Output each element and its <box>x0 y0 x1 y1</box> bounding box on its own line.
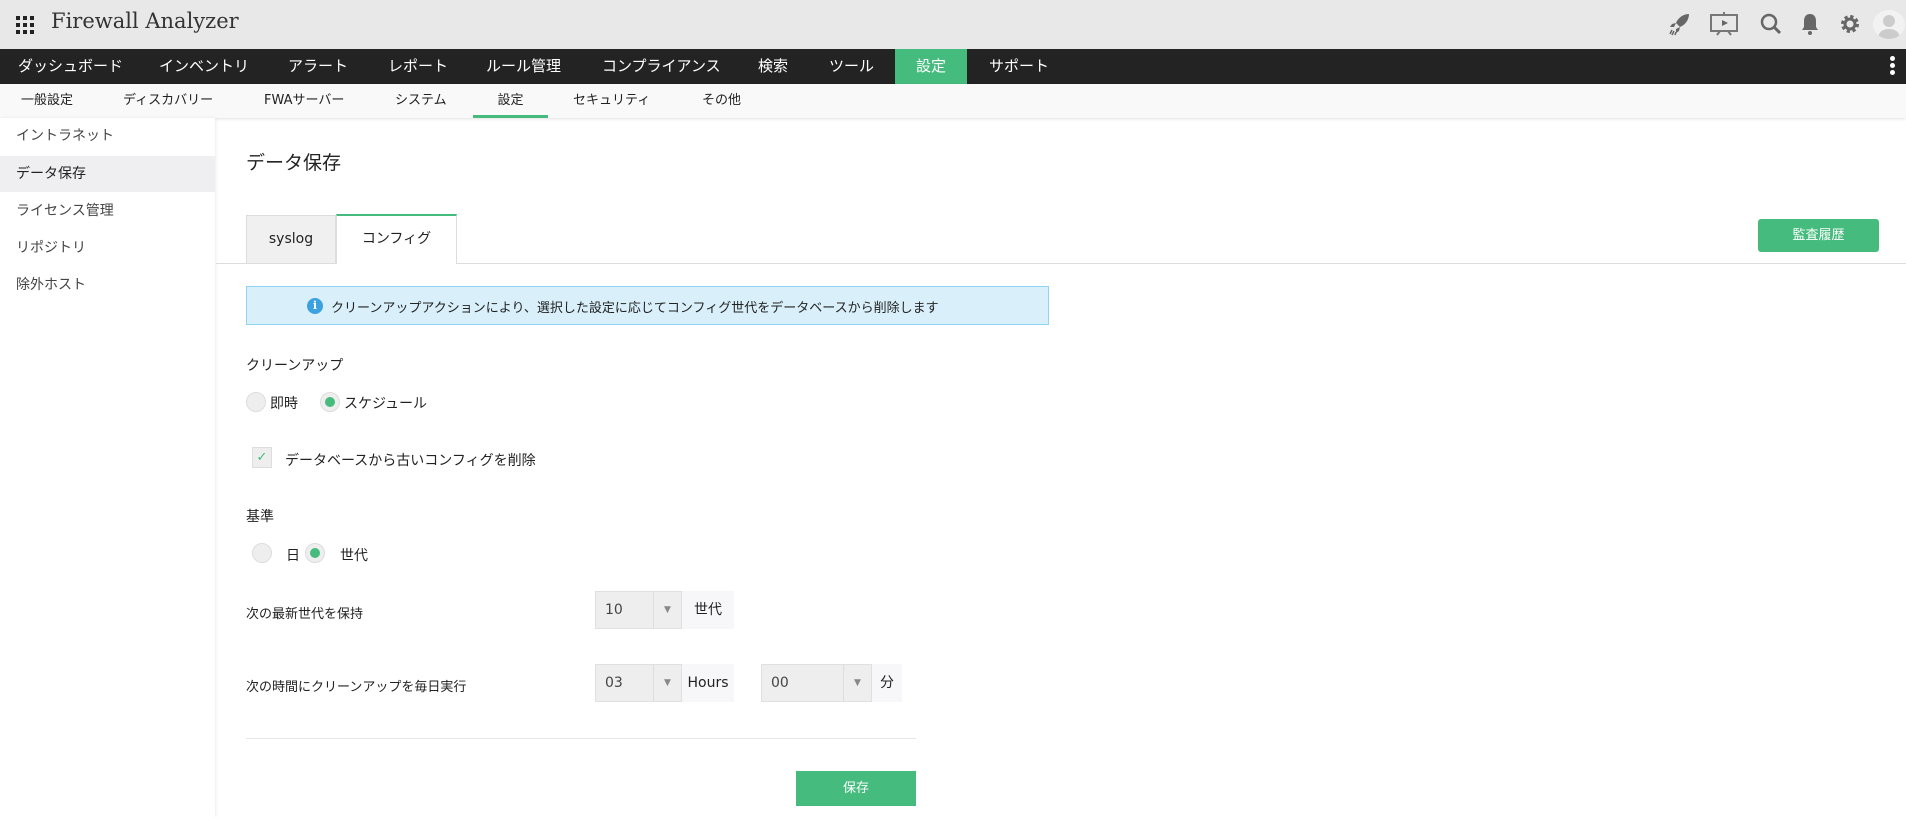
sidebar-item-excluded-hosts[interactable]: 除外ホスト <box>0 267 215 303</box>
presentation-icon[interactable] <box>1709 11 1739 37</box>
radio-immediate[interactable] <box>246 392 266 412</box>
chevron-down-icon: ▼ <box>653 592 681 628</box>
subnav-system[interactable]: システム <box>395 84 447 118</box>
info-banner: i クリーンアップアクションにより、選択した設定に応じてコンフィグ世代をデータベ… <box>246 286 1049 325</box>
nav-rule-management[interactable]: ルール管理 <box>486 49 561 84</box>
chevron-down-icon: ▼ <box>653 665 681 701</box>
radio-days[interactable] <box>252 543 272 563</box>
minutes-unit: 分 <box>872 664 902 702</box>
nav-settings[interactable]: 設定 <box>895 49 967 84</box>
sub-nav: 一般設定 ディスカバリー FWAサーバー システム 設定 セキュリティ その他 <box>0 84 1906 118</box>
keep-value: 10 <box>605 602 623 618</box>
nav-support[interactable]: サポート <box>989 49 1049 84</box>
nav-search[interactable]: 検索 <box>758 49 788 84</box>
criteria-label: 基準 <box>246 509 274 525</box>
subnav-general[interactable]: 一般設定 <box>21 84 73 118</box>
info-icon: i <box>307 298 323 314</box>
sidebar: イントラネット データ保存 ライセンス管理 リポジトリ 除外ホスト <box>0 118 215 817</box>
nav-dashboard[interactable]: ダッシュボード <box>18 49 123 84</box>
radio-schedule-label: スケジュール <box>344 396 428 412</box>
hours-select[interactable]: 03 ▼ <box>595 664 682 702</box>
gear-icon[interactable] <box>1837 11 1863 37</box>
radio-generations-label: 世代 <box>340 548 368 564</box>
radio-days-label: 日 <box>286 548 300 564</box>
search-icon[interactable] <box>1758 11 1784 37</box>
subnav-security[interactable]: セキュリティ <box>573 84 650 118</box>
subnav-other[interactable]: その他 <box>702 84 741 118</box>
nav-alerts[interactable]: アラート <box>288 49 348 84</box>
tab-syslog[interactable]: syslog <box>246 215 336 264</box>
more-menu-icon[interactable] <box>1890 56 1896 75</box>
main-nav: ダッシュボード インベントリ アラート レポート ルール管理 コンプライアンス … <box>0 49 1906 84</box>
save-button[interactable]: 保存 <box>796 771 916 806</box>
minutes-value: 00 <box>771 675 789 691</box>
user-avatar-icon[interactable] <box>1873 10 1905 39</box>
radio-immediate-label: 即時 <box>270 396 298 412</box>
audit-history-button[interactable]: 監査履歴 <box>1758 219 1879 252</box>
tab-config[interactable]: コンフィグ <box>336 214 457 264</box>
info-text: クリーンアップアクションにより、選択した設定に応じてコンフィグ世代をデータベース… <box>331 301 939 316</box>
subnav-fwa-server[interactable]: FWAサーバー <box>264 84 344 118</box>
sidebar-item-intranet[interactable]: イントラネット <box>0 118 215 154</box>
sidebar-item-repository[interactable]: リポジトリ <box>0 230 215 266</box>
app-title: Firewall Analyzer <box>51 9 239 33</box>
keep-unit: 世代 <box>682 591 734 629</box>
schedule-label: 次の時間にクリーンアップを毎日実行 <box>246 680 467 695</box>
hours-value: 03 <box>605 675 623 691</box>
form-divider <box>246 738 916 739</box>
delete-old-label: データベースから古いコンフィグを削除 <box>285 453 536 469</box>
delete-old-checkbox[interactable]: ✓ <box>252 447 272 468</box>
rocket-icon[interactable] <box>1667 11 1693 37</box>
sidebar-item-license[interactable]: ライセンス管理 <box>0 193 215 229</box>
hours-unit: Hours <box>682 664 734 702</box>
page-title: データ保存 <box>246 152 342 174</box>
nav-reports[interactable]: レポート <box>388 49 448 84</box>
sidebar-item-data-retention[interactable]: データ保存 <box>0 156 215 192</box>
apps-grid-icon[interactable] <box>16 16 34 34</box>
radio-schedule[interactable] <box>320 392 340 412</box>
minutes-select[interactable]: 00 ▼ <box>761 664 872 702</box>
subnav-discovery[interactable]: ディスカバリー <box>123 84 213 118</box>
nav-inventory[interactable]: インベントリ <box>159 49 249 84</box>
cleanup-label: クリーンアップ <box>246 358 344 374</box>
radio-generations[interactable] <box>305 543 325 563</box>
app-header: Firewall Analyzer <box>0 0 1906 49</box>
chevron-down-icon: ▼ <box>843 665 871 701</box>
nav-compliance[interactable]: コンプライアンス <box>602 49 721 84</box>
keep-label: 次の最新世代を保持 <box>246 607 364 622</box>
nav-tools[interactable]: ツール <box>829 49 874 84</box>
bell-icon[interactable] <box>1797 11 1823 37</box>
subnav-settings[interactable]: 設定 <box>473 84 548 118</box>
tab-divider <box>216 263 1906 264</box>
keep-generations-select[interactable]: 10 ▼ <box>595 591 682 629</box>
